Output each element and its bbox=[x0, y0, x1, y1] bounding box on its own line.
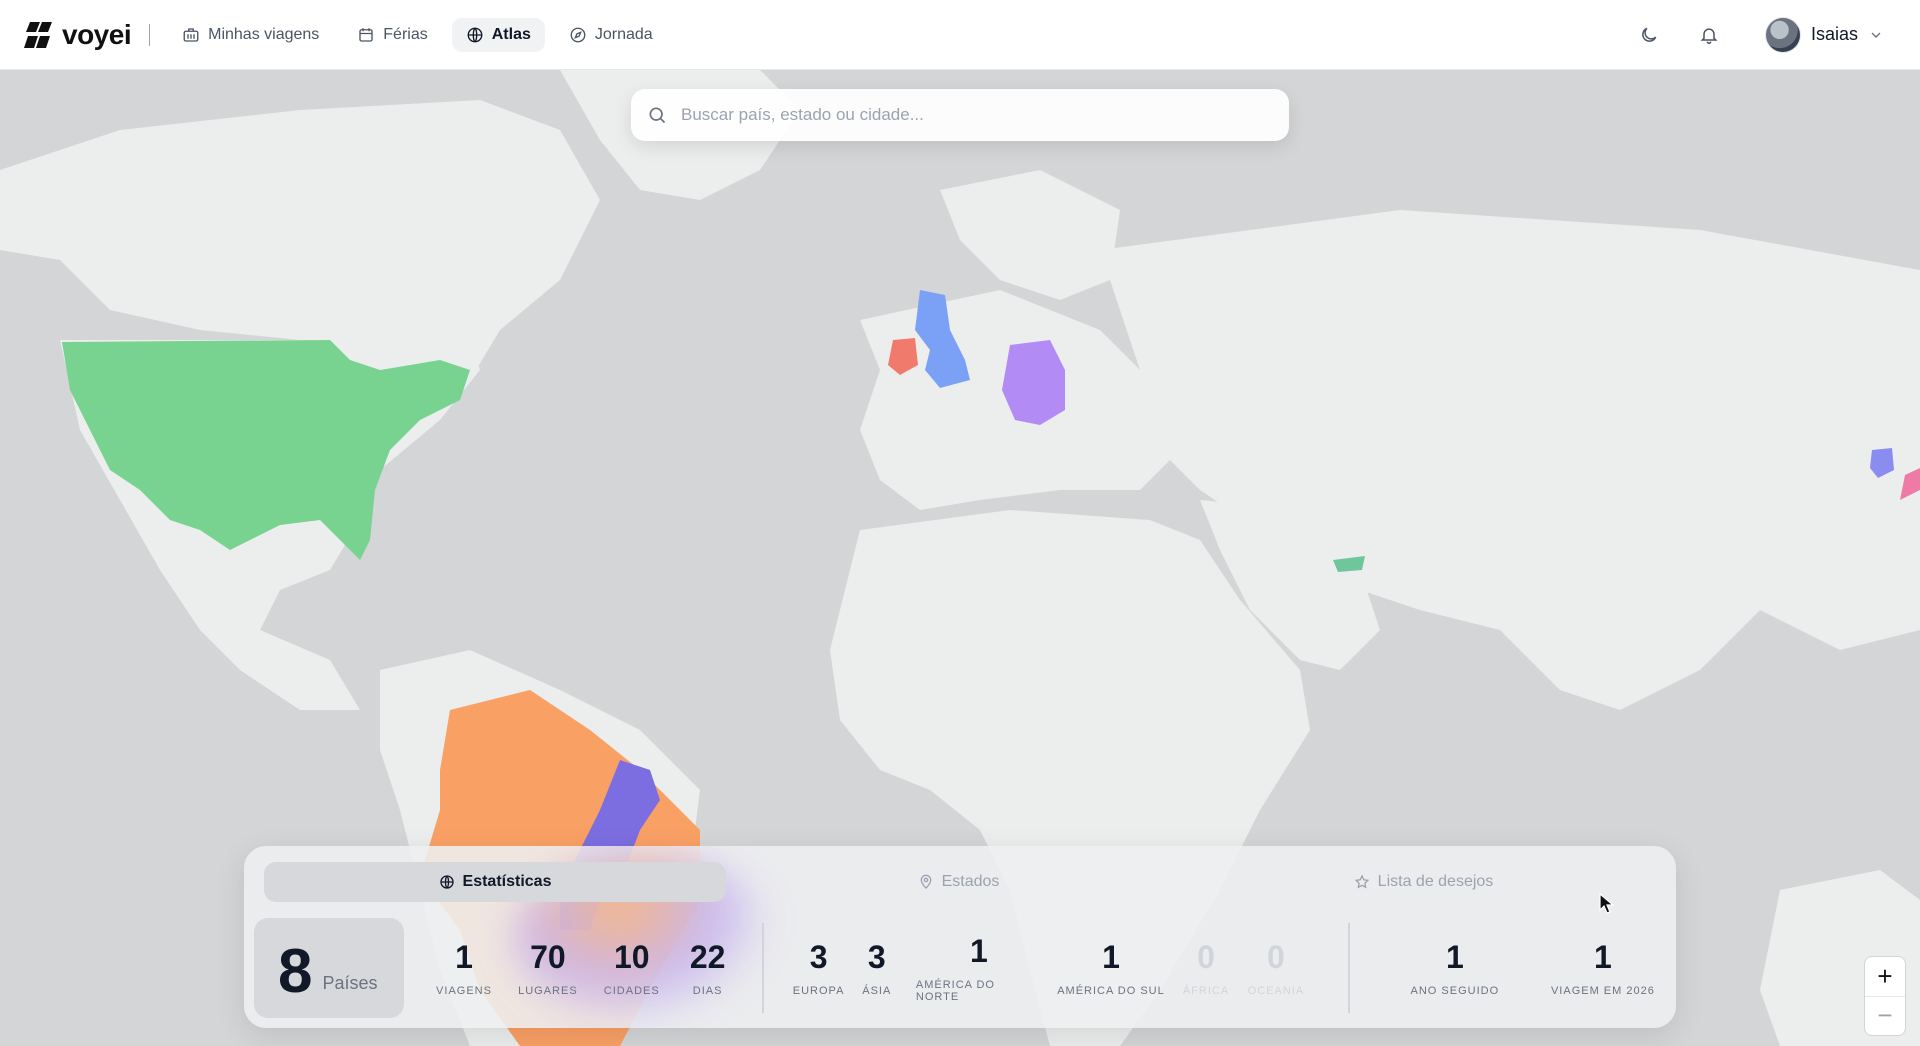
stat-value: 0 bbox=[1267, 939, 1285, 975]
countries-label: Países bbox=[322, 973, 378, 993]
nav-minhas-viagens[interactable]: Minhas viagens bbox=[168, 18, 333, 52]
countries-count-card: 8 Países bbox=[254, 918, 405, 1018]
building-icon bbox=[183, 27, 199, 42]
main-nav: Minhas viagens Férias Atlas Jornada bbox=[168, 17, 667, 52]
avatar bbox=[1764, 16, 1801, 53]
stat-value: 70 bbox=[530, 939, 566, 975]
stat-label: Lugares bbox=[518, 985, 578, 997]
top-right-controls: Isaias bbox=[1611, 13, 1884, 57]
tab-lista-de-desejos[interactable]: Lista de desejos bbox=[1191, 862, 1656, 902]
tab-estados[interactable]: Estados bbox=[726, 862, 1191, 902]
stat-label: América do Norte bbox=[915, 979, 995, 1003]
zoom-out-button[interactable]: − bbox=[1865, 995, 1905, 1036]
stat-america-do-sul: 1 América do Sul bbox=[1048, 939, 1174, 997]
stat-label: Ásia bbox=[862, 985, 892, 997]
notifications-button[interactable] bbox=[1687, 13, 1731, 57]
search-icon bbox=[649, 107, 666, 124]
stat-value: 10 bbox=[613, 939, 650, 975]
brand-divider bbox=[149, 23, 151, 46]
tab-estatisticas[interactable]: Estatísticas bbox=[264, 862, 726, 902]
calendar-icon bbox=[359, 27, 373, 42]
user-name: Isaias bbox=[1810, 24, 1858, 44]
stat-asia: 3 Ásia bbox=[848, 939, 906, 997]
tab-label: Estatísticas bbox=[462, 873, 552, 890]
nav-jornada[interactable]: Jornada bbox=[555, 18, 667, 52]
stat-label: Ano seguido bbox=[1410, 985, 1500, 997]
brand-name: voyei bbox=[62, 18, 132, 50]
nav-label: Jornada bbox=[594, 25, 653, 43]
stat-label: Europa bbox=[792, 985, 845, 997]
search-bar[interactable] bbox=[631, 89, 1289, 141]
bell-icon bbox=[1700, 27, 1718, 44]
countries-count: 8 bbox=[278, 937, 313, 1006]
stat-value: 1 bbox=[455, 939, 473, 975]
stat-value: 3 bbox=[867, 939, 886, 975]
zoom-in-button[interactable]: + bbox=[1865, 957, 1905, 996]
stat-value: 0 bbox=[1197, 939, 1215, 975]
mouse-cursor-icon bbox=[1599, 893, 1615, 914]
user-menu[interactable]: Isaias bbox=[1764, 16, 1884, 53]
stat-viagens: 1 Viagens bbox=[430, 939, 498, 997]
star-icon bbox=[1354, 874, 1369, 889]
theme-toggle-button[interactable] bbox=[1627, 13, 1671, 57]
brand-logo[interactable]: voyei bbox=[24, 18, 132, 51]
nav-ferias[interactable]: Férias bbox=[343, 18, 441, 52]
nav-label: Férias bbox=[383, 25, 428, 43]
stats-panel: Estatísticas Estados Lista de desejos 8 … bbox=[244, 846, 1676, 1028]
stat-dias: 22 Dias bbox=[674, 939, 742, 997]
stat-label: Viagem em 2026 bbox=[1550, 985, 1655, 997]
stat-label: Viagens bbox=[436, 985, 492, 997]
search-input[interactable] bbox=[681, 105, 1261, 125]
globe-icon bbox=[439, 875, 454, 889]
stat-value: 22 bbox=[689, 939, 726, 975]
globe-icon bbox=[467, 27, 483, 42]
panel-tabs: Estatísticas Estados Lista de desejos bbox=[264, 862, 1656, 902]
stat-europa: 3 Europa bbox=[790, 939, 848, 997]
stat-value: 1 bbox=[1102, 939, 1120, 975]
chevron-down-icon bbox=[1871, 32, 1881, 38]
stats-divider bbox=[1347, 923, 1350, 1013]
nav-label: Minhas viagens bbox=[208, 25, 320, 43]
top-bar: voyei Minhas viagens Férias Atlas Jornad… bbox=[0, 0, 1920, 70]
stats-row: 8 Países 1 Viagens 70 Lugares 10 Cidades… bbox=[254, 916, 1666, 1020]
stats-divider bbox=[761, 923, 764, 1013]
nav-atlas[interactable]: Atlas bbox=[451, 17, 545, 52]
stat-lugares: 70 Lugares bbox=[514, 939, 582, 997]
map-pin-icon bbox=[920, 874, 931, 889]
nav-label: Atlas bbox=[491, 25, 531, 43]
tab-label: Estados bbox=[941, 873, 1000, 890]
stat-ano-seguido: 1 Ano seguido bbox=[1392, 939, 1518, 997]
stat-value: 1 bbox=[1445, 939, 1464, 975]
stat-america-do-norte: 1 América do Norte bbox=[916, 933, 1042, 1003]
stat-label: Cidades bbox=[603, 985, 660, 997]
stat-cidades: 10 Cidades bbox=[598, 939, 666, 997]
voyei-logo-icon bbox=[24, 21, 52, 48]
stat-label: África bbox=[1182, 985, 1230, 997]
stat-label: América do Sul bbox=[1057, 985, 1165, 997]
stat-value: 3 bbox=[809, 939, 828, 975]
stat-viagem-em-2026: 1 Viagem em 2026 bbox=[1540, 939, 1666, 997]
tab-label: Lista de desejos bbox=[1377, 873, 1494, 890]
zoom-controls: + − bbox=[1864, 956, 1906, 1036]
stat-value: 1 bbox=[970, 933, 988, 969]
compass-icon bbox=[570, 27, 586, 42]
stat-oceania: 0 Oceania bbox=[1242, 939, 1310, 997]
stat-africa: 0 África bbox=[1174, 939, 1238, 997]
stat-label: Dias bbox=[692, 985, 723, 997]
moon-icon bbox=[1642, 27, 1657, 42]
stat-label: Oceania bbox=[1247, 985, 1305, 997]
stat-value: 1 bbox=[1594, 939, 1612, 975]
